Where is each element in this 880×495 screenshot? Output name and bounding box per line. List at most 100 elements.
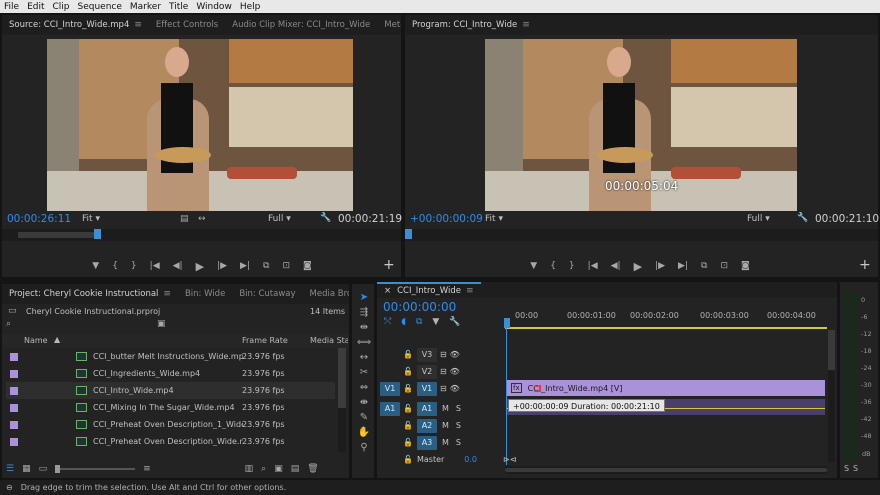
source-patch-a1[interactable]: A1 (380, 401, 400, 416)
source-scrub-bar[interactable] (2, 229, 401, 241)
sync-lock-icon[interactable]: ⊟ (440, 350, 447, 359)
go-to-end-icon[interactable]: ⊳⊲ (503, 455, 516, 464)
program-playhead[interactable] (405, 229, 412, 239)
panel-menu-icon[interactable]: ≡ (522, 20, 530, 30)
mark-out-icon[interactable]: } (569, 261, 575, 271)
razor-tool-icon[interactable]: ✂ (355, 367, 373, 381)
mute-button[interactable]: M (442, 404, 449, 413)
tab-effect-controls[interactable]: Effect Controls (149, 15, 225, 35)
track-select-tool-icon[interactable]: ⇶ (355, 307, 373, 321)
project-row[interactable]: CCI_Preheat Oven Description_Wide.mp4 23.… (6, 433, 335, 450)
tab-metadata[interactable]: Metadata (377, 15, 401, 35)
new-item-icon[interactable]: ▤ (291, 464, 300, 474)
play-icon[interactable]: ▶ (634, 260, 642, 273)
add-button-icon[interactable]: + (859, 257, 871, 273)
lock-icon[interactable]: 🔓 (403, 404, 413, 413)
go-to-in-icon[interactable]: |◀ (588, 261, 598, 271)
trim-icon[interactable]: ↔ (198, 214, 206, 224)
mute-button[interactable]: M (442, 438, 449, 447)
master-volume[interactable]: 0.0 (464, 455, 477, 464)
linked-selection-icon[interactable]: ⧉ (416, 317, 422, 327)
track-a3-button[interactable]: A3 (416, 435, 437, 450)
tab-audio-clip-mixer[interactable]: Audio Clip Mixer: CCI_Intro_Wide (225, 15, 377, 35)
time-ruler[interactable]: 00:00 00:00:01:00 00:00:02:00 00:00:03:0… (505, 305, 827, 329)
project-search-input[interactable] (20, 320, 150, 330)
track-v1-button[interactable]: V1 (416, 381, 437, 396)
tab-bin-wide[interactable]: Bin: Wide (178, 284, 232, 304)
selection-tool-icon[interactable]: ➤ (355, 292, 373, 306)
panel-menu-icon[interactable]: ≡ (163, 289, 171, 299)
menu-title[interactable]: Title (165, 2, 192, 12)
solo-button[interactable]: S (456, 438, 461, 447)
nest-icon[interactable]: ⤲ (384, 317, 391, 327)
wrench-icon[interactable]: 🔧 (797, 213, 808, 223)
source-fit-select[interactable]: Fit ▾ (82, 214, 100, 224)
track-v2-button[interactable]: V2 (416, 364, 437, 379)
lift-icon[interactable]: ⧉ (701, 261, 707, 271)
add-button-icon[interactable]: + (383, 257, 395, 273)
pen-tool-icon[interactable]: ✎ (355, 412, 373, 426)
column-media-start[interactable]: Media Start (310, 336, 348, 345)
zoom-tool-icon[interactable]: ⚲ (355, 442, 373, 456)
tab-bin-cutaway[interactable]: Bin: Cutaway (232, 284, 302, 304)
mark-out-icon[interactable]: } (131, 261, 137, 271)
source-playhead[interactable] (94, 229, 101, 239)
search-icon[interactable]: ⌕ (6, 319, 11, 329)
menu-marker[interactable]: Marker (126, 2, 165, 12)
tab-program[interactable]: Program: CCI_Intro_Wide ≡ (405, 15, 537, 35)
solo-right-button[interactable]: S (853, 464, 858, 473)
sync-lock-icon[interactable]: ⊟ (440, 367, 447, 376)
sync-lock-icon[interactable]: ⊟ (440, 384, 447, 393)
menu-help[interactable]: Help (236, 2, 265, 12)
source-patch-v1[interactable]: V1 (380, 381, 400, 396)
overwrite-icon[interactable]: ⊡ (282, 261, 290, 271)
tab-source[interactable]: Source: CCI_Intro_Wide.mp4 ≡ (2, 15, 149, 35)
panel-menu-icon[interactable]: ≡ (134, 20, 142, 30)
timeline-settings-icon[interactable]: 🔧 (449, 317, 460, 327)
eye-icon[interactable]: 👁 (450, 350, 460, 359)
hand-tool-icon[interactable]: ✋ (355, 427, 373, 441)
automate-icon[interactable]: ▥ (245, 464, 254, 474)
track-a1-button[interactable]: A1 (416, 401, 437, 416)
tab-media-browser[interactable]: Media Browser (303, 284, 349, 304)
slide-tool-icon[interactable]: ⇼ (355, 397, 373, 411)
menu-sequence[interactable]: Sequence (74, 2, 126, 12)
project-row[interactable]: CCI_Intro_Wide.mp4 23.976 fps (6, 382, 335, 399)
step-back-icon[interactable]: ◀| (173, 261, 183, 271)
menu-file[interactable]: File (0, 2, 23, 12)
camera-icon[interactable]: ◙ (741, 261, 750, 271)
go-to-out-icon[interactable]: ▶| (678, 261, 688, 271)
project-row[interactable]: CCI_butter Melt Instructions_Wide.mp4 23.… (6, 348, 335, 365)
panel-menu-icon[interactable]: ≡ (466, 286, 474, 296)
freeform-view-icon[interactable]: ▭ (39, 464, 48, 474)
insert-icon[interactable]: ⧉ (263, 261, 269, 271)
safe-margins-icon[interactable]: ▤ (180, 214, 189, 224)
slip-tool-icon[interactable]: ⇔ (355, 382, 373, 396)
add-marker-icon[interactable]: ▼ (432, 317, 439, 327)
menu-clip[interactable]: Clip (49, 2, 74, 12)
tab-project[interactable]: Project: Cheryl Cookie Instructional ≡ (2, 284, 178, 304)
sort-icon[interactable]: ≡ (143, 464, 151, 474)
trim-cursor-icon[interactable]: ⊐ (533, 382, 543, 396)
new-bin-icon[interactable]: ▣ (274, 464, 283, 474)
timeline-playhead-handle[interactable] (504, 318, 510, 328)
timeline-timecode[interactable]: 00:00:00:00 (383, 300, 456, 314)
mark-in-icon[interactable]: { (550, 261, 556, 271)
solo-button[interactable]: S (456, 404, 461, 413)
column-name[interactable]: Name (24, 336, 48, 345)
trash-icon[interactable]: 🗑 (307, 464, 318, 474)
program-fit-select[interactable]: Fit ▾ (485, 214, 503, 224)
track-a2-button[interactable]: A2 (416, 418, 437, 433)
new-bin-icon[interactable]: ▣ (157, 319, 166, 329)
track-v3-button[interactable]: V3 (416, 347, 437, 362)
rate-stretch-tool-icon[interactable]: ↔ (355, 352, 373, 366)
marker-icon[interactable]: ▼ (530, 261, 537, 271)
menu-edit[interactable]: Edit (23, 2, 48, 12)
source-current-timecode[interactable]: 00:00:26:11 (7, 213, 71, 225)
zoom-slider[interactable] (55, 465, 136, 473)
source-quality-select[interactable]: Full ▾ (268, 214, 291, 224)
mark-in-icon[interactable]: { (112, 261, 118, 271)
solo-button[interactable]: S (456, 421, 461, 430)
lock-icon[interactable]: 🔓 (403, 455, 413, 464)
program-quality-select[interactable]: Full ▾ (747, 214, 770, 224)
